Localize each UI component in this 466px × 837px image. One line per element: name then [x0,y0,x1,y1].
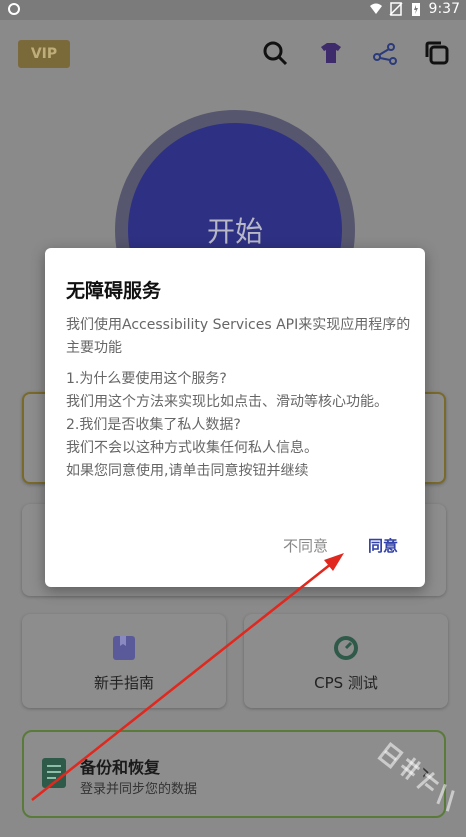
dialog-paragraph-consent: 如果您同意使用,请单击同意按钮并继续 [66,463,309,479]
guide-card[interactable]: 新手指南 [22,614,226,708]
backup-document-icon [42,758,66,788]
battery-icon [411,3,420,16]
book-icon [113,636,135,660]
share-icon[interactable] [368,36,402,70]
speedometer-icon [334,636,358,660]
dialog-body: 我们使用Accessibility Services API来实现应用程序的主要… [66,314,411,483]
vip-badge[interactable]: VIP [18,40,70,68]
cps-test-label: CPS 测试 [314,674,378,692]
guide-card-label: 新手指南 [93,674,154,692]
dialog-paragraph-q1: 1.为什么要使用这个服务? [66,371,227,387]
dialog-title: 无障碍服务 [66,280,162,302]
dialog-paragraph-a1: 我们用这个方法来实现比如点击、滑动等核心功能。 [66,394,388,410]
backup-subtitle: 登录并同步您的数据 [80,782,198,797]
clock: 9:37 [428,1,460,17]
backup-title: 备份和恢复 [80,758,161,777]
agree-button[interactable]: 同意 [368,535,398,556]
watermark-logo [377,741,455,812]
accessibility-dialog: 无障碍服务 我们使用Accessibility Services API来实现应… [45,248,425,587]
dialog-paragraph-a2: 我们不会以这种方式收集任何私人信息。 [66,440,318,456]
settings-dot-icon [8,3,20,15]
dialog-paragraph-q2: 2.我们是否收集了私人数据? [66,417,241,433]
no-sim-icon [389,2,403,16]
search-icon[interactable] [258,36,292,70]
theme-shirt-icon[interactable] [314,36,348,70]
wifi-icon [369,3,382,14]
dialog-paragraph-intro: 我们使用Accessibility Services API来实现应用程序的主要… [66,317,411,356]
start-label: 开始 [206,215,263,248]
status-icons: 9:37 [369,1,460,17]
cps-test-card[interactable]: CPS 测试 [244,614,448,708]
disagree-button[interactable]: 不同意 [283,535,328,556]
status-bar: 9:37 [0,0,466,20]
app-toolbar: VIP [0,30,466,74]
copy-windows-icon[interactable] [420,36,454,70]
